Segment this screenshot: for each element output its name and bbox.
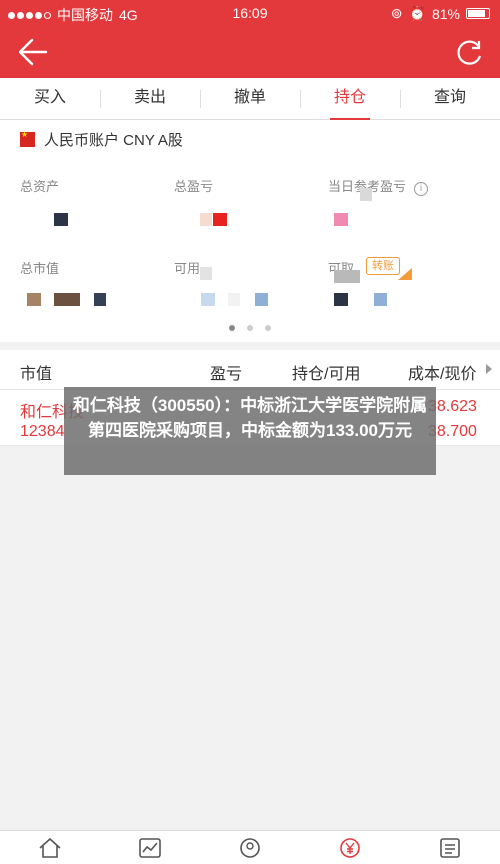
back-arrow-icon[interactable] xyxy=(16,36,56,68)
tab-query[interactable]: 查询 xyxy=(400,78,500,119)
news-overlay: 和仁科技（300550）：中标浙江大学医学院附属第四医院采购项目，中标金额为13… xyxy=(64,387,436,475)
market-value-label: 总市值 xyxy=(20,261,60,276)
transfer-button[interactable]: 转账 xyxy=(366,257,400,275)
withdrawable-masked-3 xyxy=(334,270,360,283)
menu-icon[interactable] xyxy=(435,833,465,863)
account-summary[interactable]: 人民币账户 CNY A股 总资产 总盈亏 当日参考盈亏i 总市值 可用 可取 转… xyxy=(0,120,500,342)
page-dot-3 xyxy=(265,325,271,331)
total-pnl-label: 总盈亏 xyxy=(174,179,214,194)
refresh-icon[interactable] xyxy=(452,36,486,70)
market-value-masked-3 xyxy=(94,293,106,306)
yuan-icon[interactable] xyxy=(335,833,365,863)
header-pnl: 盈亏 xyxy=(210,366,243,383)
today-pnl-value-masked-2 xyxy=(360,188,372,201)
total-assets-label: 总资产 xyxy=(20,179,60,194)
holdings-header: 市值 盈亏 持仓/可用 成本/现价 xyxy=(0,350,500,390)
total-pnl-value-masked xyxy=(200,213,212,226)
available-masked-2 xyxy=(228,293,240,306)
withdrawable-masked-2 xyxy=(374,293,387,306)
tab-positions[interactable]: 持仓 xyxy=(300,78,400,120)
nav-bar xyxy=(0,26,500,78)
home-icon[interactable] xyxy=(35,833,65,863)
china-flag-icon xyxy=(20,130,35,147)
market-value-masked-2 xyxy=(54,293,80,306)
today-pnl-value-masked xyxy=(334,213,348,226)
available-masked-4 xyxy=(200,267,212,280)
available-label: 可用 xyxy=(174,261,201,276)
total-assets-value-masked xyxy=(54,213,68,226)
market-value-masked xyxy=(27,293,41,306)
status-bar: 中国移动 4G 16:09 ⊚ ⏰ 81% xyxy=(0,0,500,26)
account-title-label: 人民币账户 CNY A股 xyxy=(44,132,183,149)
battery-percent: 81% xyxy=(431,5,460,22)
bottom-tab-bar xyxy=(0,830,500,864)
tab-sell[interactable]: 卖出 xyxy=(100,78,200,119)
stock-market-value: 12384 xyxy=(20,423,65,440)
tab-cancel-order[interactable]: 撤单 xyxy=(200,78,300,119)
header-market-value: 市值 xyxy=(20,366,53,383)
info-icon[interactable]: i xyxy=(414,182,429,196)
trade-tabs: 买入 卖出 撤单 持仓 查询 xyxy=(0,78,500,120)
tab-buy[interactable]: 买入 xyxy=(0,78,100,119)
page-dot-1 xyxy=(229,325,235,331)
header-position: 持仓/可用 xyxy=(292,366,361,383)
scroll-right-icon[interactable] xyxy=(486,364,492,374)
total-pnl-value-masked-2 xyxy=(213,213,227,226)
page-indicator[interactable] xyxy=(0,325,500,331)
battery-icon xyxy=(466,8,490,19)
withdrawable-masked xyxy=(334,293,348,306)
user-icon[interactable] xyxy=(235,833,265,863)
transfer-badge-tail xyxy=(398,268,412,280)
page-dot-2 xyxy=(247,325,253,331)
alarm-icon: ⏰ xyxy=(408,5,426,21)
chart-icon[interactable] xyxy=(135,833,165,863)
available-masked xyxy=(201,293,215,306)
today-pnl-label: 当日参考盈亏 i xyxy=(328,176,429,196)
available-masked-3 xyxy=(255,293,268,306)
lock-rotation-icon: ⊚ xyxy=(390,5,403,21)
account-title: 人民币账户 CNY A股 xyxy=(20,129,183,150)
header-cost-price: 成本/现价 xyxy=(408,366,477,383)
